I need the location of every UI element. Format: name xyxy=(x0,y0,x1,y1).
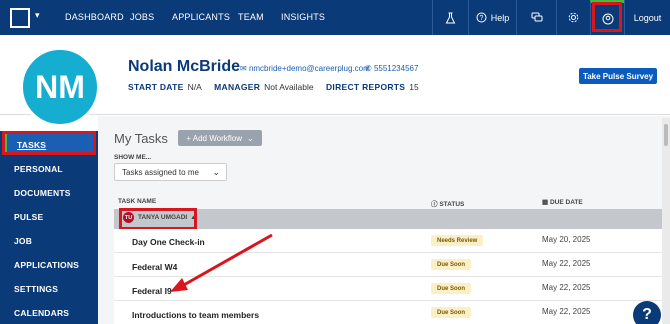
annotation-arrow-icon xyxy=(170,233,273,292)
scrollbar[interactable] xyxy=(662,118,670,324)
avatar: NM xyxy=(20,47,100,127)
scrollbar-thumb[interactable] xyxy=(664,124,668,146)
help-chat-button[interactable]: ? xyxy=(633,301,661,324)
